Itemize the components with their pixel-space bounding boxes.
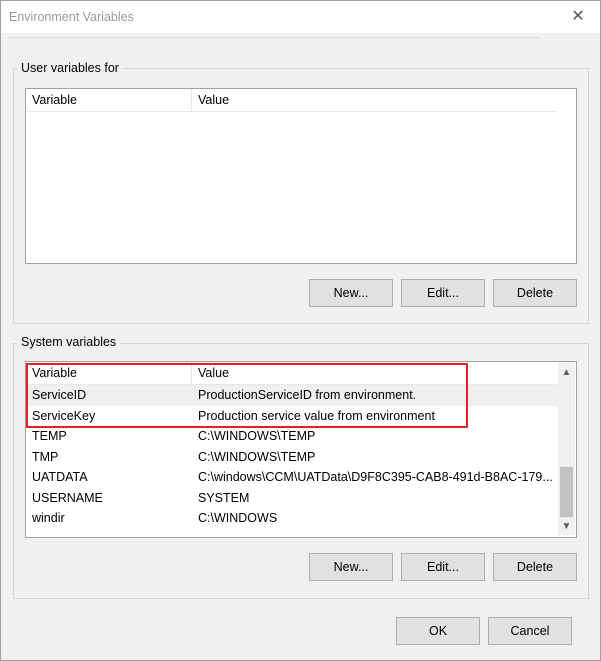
column-header-value[interactable]: Value	[192, 89, 556, 111]
user-delete-button[interactable]: Delete	[493, 279, 577, 307]
variable-cell: windir	[32, 511, 65, 525]
user-edit-button[interactable]: Edit...	[401, 279, 485, 307]
column-header-variable[interactable]: Variable	[26, 89, 192, 111]
value-cell: C:\WINDOWS	[198, 511, 278, 525]
variable-cell: TEMP	[32, 429, 67, 443]
chevron-up-icon[interactable]: ▲	[558, 364, 575, 381]
value-cell: C:\WINDOWS\TEMP	[198, 429, 316, 443]
table-row[interactable]: UATDATA C:\windows\CCM\UATData\D9F8C395-C…	[26, 467, 558, 488]
table-row[interactable]: windir C:\WINDOWS	[26, 508, 558, 529]
user-variables-list[interactable]: Variable Value	[25, 88, 577, 264]
user-list-header: Variable Value	[26, 89, 556, 112]
chevron-down-icon[interactable]: ▼	[558, 518, 575, 535]
system-variables-label: System variables	[17, 335, 121, 349]
title-bar: Environment Variables ✕	[1, 1, 600, 33]
table-row[interactable]: ServiceKey Production service value from …	[26, 406, 558, 427]
value-cell: Production service value from environmen…	[198, 408, 435, 423]
table-row[interactable]: ServiceID ProductionServiceID from enviro…	[26, 385, 558, 406]
value-cell: C:\WINDOWS\TEMP	[198, 449, 316, 464]
variable-cell: ServiceID	[32, 388, 87, 402]
environment-variables-dialog: Environment Variables ✕ User variables f…	[0, 0, 601, 661]
value-cell: SYSTEM	[198, 490, 250, 505]
table-row[interactable]: TMP C:\WINDOWS\TEMP	[26, 447, 558, 468]
column-header-value[interactable]: Value	[192, 362, 558, 384]
ok-button[interactable]: OK	[396, 617, 480, 645]
variable-cell: USERNAME	[32, 490, 103, 505]
table-row[interactable]: TEMP C:\WINDOWS\TEMP	[26, 426, 558, 447]
vertical-scrollbar[interactable]: ▲ ▼	[558, 362, 575, 535]
close-icon[interactable]: ✕	[564, 4, 592, 30]
variable-cell: UATDATA	[32, 470, 88, 484]
value-cell: ProductionServiceID from environment.	[198, 388, 417, 402]
scroll-thumb[interactable]	[560, 467, 573, 517]
window-title: Environment Variables	[9, 10, 134, 24]
divider	[9, 37, 539, 38]
variable-cell: ServiceKey	[32, 408, 96, 423]
value-cell: C:\windows\CCM\UATData\D9F8C395-CAB8-491…	[198, 470, 553, 484]
cancel-button[interactable]: Cancel	[488, 617, 572, 645]
system-delete-button[interactable]: Delete	[493, 553, 577, 581]
column-header-variable[interactable]: Variable	[26, 362, 192, 384]
system-list-header: Variable Value	[26, 362, 558, 385]
table-row[interactable]: USERNAME SYSTEM	[26, 488, 558, 509]
user-new-button[interactable]: New...	[309, 279, 393, 307]
system-variables-list[interactable]: Variable Value ServiceID ProductionServic…	[25, 361, 577, 538]
variable-cell: TMP	[32, 449, 59, 464]
system-new-button[interactable]: New...	[309, 553, 393, 581]
system-edit-button[interactable]: Edit...	[401, 553, 485, 581]
user-variables-label: User variables for	[17, 61, 123, 75]
